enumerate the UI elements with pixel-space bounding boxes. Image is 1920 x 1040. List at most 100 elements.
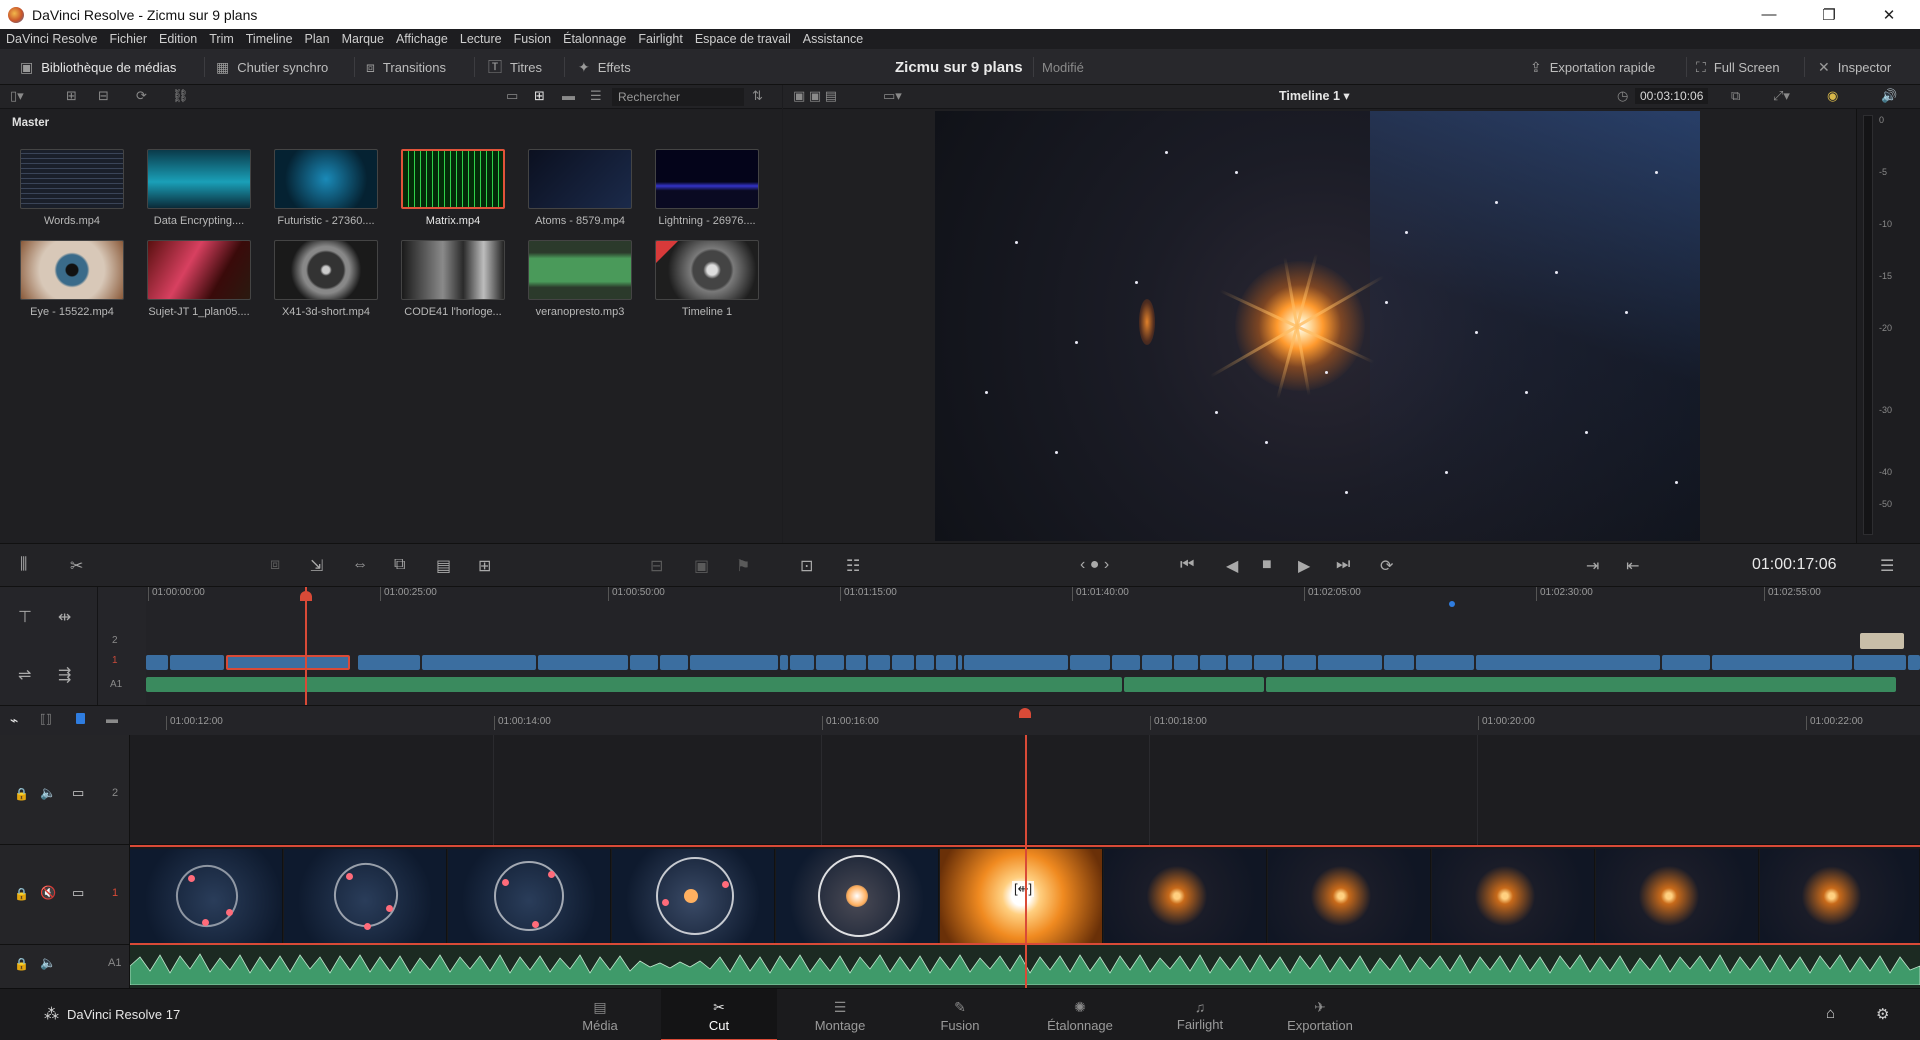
go-to-end-icon[interactable]: ⏭	[1336, 556, 1350, 574]
effects-button[interactable]: ✦ Effets	[578, 49, 631, 85]
video-clip[interactable]	[1174, 655, 1198, 670]
title-clip[interactable]	[1860, 633, 1904, 649]
audio-track-tool-icon[interactable]: ⇌	[18, 665, 31, 685]
playhead[interactable]	[1025, 735, 1027, 988]
video-clip[interactable]	[1200, 655, 1226, 670]
jog-control[interactable]: ‹ ● ›	[1080, 556, 1109, 574]
video-clip[interactable]	[660, 655, 688, 670]
video-clip[interactable]	[1908, 655, 1920, 670]
playhead-handle-icon[interactable]	[1019, 708, 1031, 718]
inspector-button[interactable]: ✕ Inspector	[1818, 49, 1891, 85]
marker-icon[interactable]	[1449, 601, 1455, 607]
video-clip[interactable]	[964, 655, 1068, 670]
source-overwrite-icon[interactable]: ⊞	[478, 556, 491, 576]
options-menu-icon[interactable]: ☰	[1880, 556, 1894, 576]
sync-bin-button[interactable]: ▦ Chutier synchro	[216, 49, 328, 85]
snapping-icon[interactable]: ⌁	[10, 712, 18, 729]
page-tab-cut[interactable]: ✂ Cut	[661, 989, 777, 1040]
smart-bin-icon[interactable]: ⊟	[98, 88, 109, 104]
upper-timeline-area[interactable]: 01:00:00:00 01:00:25:00 01:00:50:00 01:0…	[146, 587, 1920, 705]
new-bin-icon[interactable]: ⊞	[66, 88, 77, 104]
media-clip[interactable]: Lightning - 26976....	[653, 149, 761, 231]
menu-item[interactable]: Edition	[153, 32, 203, 46]
video-clip-selected[interactable]	[226, 655, 350, 670]
video-clip[interactable]	[1476, 655, 1660, 670]
media-clip[interactable]: Matrix.mp4	[399, 149, 507, 231]
video-clip[interactable]	[1384, 655, 1414, 670]
settings-gear-icon[interactable]: ⚙	[1876, 1005, 1889, 1023]
safe-area-icon[interactable]: ⊡	[800, 556, 813, 576]
sort-icon[interactable]: ⇅	[752, 88, 763, 104]
close-up-icon[interactable]: ⧉	[394, 556, 405, 574]
film-icon[interactable]: ▬	[106, 712, 118, 726]
video-clip[interactable]	[936, 655, 956, 670]
media-clip[interactable]: CODE41 l'horloge...	[399, 240, 507, 322]
media-clip[interactable]: Sujet-JT 1_plan05....	[145, 240, 253, 322]
page-tab-media[interactable]: ▤ Média	[550, 989, 650, 1040]
loop-icon[interactable]: ⟳	[1380, 556, 1393, 576]
smart-insert-icon[interactable]: ⧈	[270, 556, 280, 574]
sync-icon[interactable]: ⟳	[136, 88, 147, 104]
media-clip[interactable]: Words.mp4	[18, 149, 126, 231]
video-clip[interactable]	[1318, 655, 1382, 670]
media-clip[interactable]: Eye - 15522.mp4	[18, 240, 126, 322]
transform-icon[interactable]: ⤢▾	[1773, 88, 1790, 104]
text-tool-icon[interactable]: ⊤	[18, 607, 32, 627]
link-icon[interactable]: ⛓	[172, 88, 189, 104]
home-icon[interactable]: ⌂	[1826, 1005, 1835, 1022]
video-clip[interactable]	[1070, 655, 1110, 670]
media-clip[interactable]: X41-3d-short.mp4	[272, 240, 380, 322]
video-clip[interactable]	[146, 655, 168, 670]
video-clip[interactable]	[846, 655, 866, 670]
color-icon[interactable]: ◉	[1827, 88, 1838, 104]
volume-icon[interactable]: 🔊	[1881, 88, 1897, 104]
video-clip[interactable]	[170, 655, 224, 670]
page-tab-fairlight[interactable]: ♫ Fairlight	[1150, 989, 1250, 1040]
video-clip[interactable]	[790, 655, 814, 670]
video-clip[interactable]	[690, 655, 778, 670]
go-to-start-icon[interactable]: ⏮	[1180, 556, 1194, 574]
video-clip[interactable]	[892, 655, 914, 670]
timeline-selector[interactable]: Timeline 1 ▾	[1279, 88, 1350, 103]
menu-item[interactable]: Plan	[299, 32, 336, 46]
audio-clip[interactable]	[1266, 677, 1896, 692]
titles-button[interactable]: 🅃 Titres	[488, 49, 542, 85]
video-clip[interactable]	[1712, 655, 1852, 670]
clip-frame[interactable]	[284, 849, 447, 943]
clip-frame[interactable]	[1432, 849, 1595, 943]
clip-frame[interactable]	[448, 849, 611, 943]
video-clip[interactable]	[1854, 655, 1906, 670]
menu-item[interactable]: Étalonnage	[557, 32, 632, 46]
menu-item[interactable]: DaVinci Resolve	[0, 32, 103, 46]
cam-icon[interactable]: ⊟	[650, 556, 663, 576]
media-library-button[interactable]: ▣ Bibliothèque de médias	[20, 49, 176, 85]
media-clip[interactable]: veranopresto.mp3	[526, 240, 634, 322]
lock-icon[interactable]: 🔒	[14, 887, 29, 901]
mark-in-icon[interactable]: ⇥	[1586, 556, 1599, 576]
page-tab-fusion[interactable]: ✎ Fusion	[910, 989, 1010, 1040]
video-clip[interactable]	[1254, 655, 1282, 670]
edit-point-icon[interactable]: [⇹]	[1012, 881, 1035, 897]
video-clip[interactable]	[1416, 655, 1474, 670]
video-clip[interactable]	[538, 655, 628, 670]
lower-ruler[interactable]: 01:00:12:00 01:00:14:00 01:00:16:00 01:0…	[130, 706, 1920, 736]
menu-item[interactable]: Lecture	[454, 32, 508, 46]
media-clip[interactable]: Atoms - 8579.mp4	[526, 149, 634, 231]
page-tab-color[interactable]: ✺ Étalonnage	[1030, 989, 1130, 1040]
metadata-view-icon[interactable]: ▭	[506, 88, 518, 104]
video-clip[interactable]	[422, 655, 536, 670]
video-clip[interactable]	[780, 655, 788, 670]
place-on-top-icon[interactable]: ▤	[436, 556, 451, 576]
link-clips-icon[interactable]: ⟦⟧	[40, 712, 52, 726]
mark-out-icon[interactable]: ⇤	[1626, 556, 1639, 576]
lower-timeline[interactable]: 🔒 🔈 ▭ 2 🔒 🔇 ▭ 1 🔒 🔈 A1 [⇹]	[0, 735, 1920, 988]
dissolve-tool-icon[interactable]: ⇶	[58, 665, 71, 685]
marker-tool-icon[interactable]	[76, 713, 85, 724]
audio-clip[interactable]	[146, 677, 1122, 692]
trim-tool-icon[interactable]: ⇹	[58, 607, 71, 627]
full-screen-button[interactable]: ⛶ Full Screen	[1696, 49, 1780, 85]
audio-clip[interactable]	[1124, 677, 1264, 692]
play-icon[interactable]: ▶	[1298, 556, 1310, 576]
viewer-mode-icon[interactable]: ▣ ▣ ▤	[793, 88, 837, 104]
video-clip[interactable]	[1112, 655, 1140, 670]
